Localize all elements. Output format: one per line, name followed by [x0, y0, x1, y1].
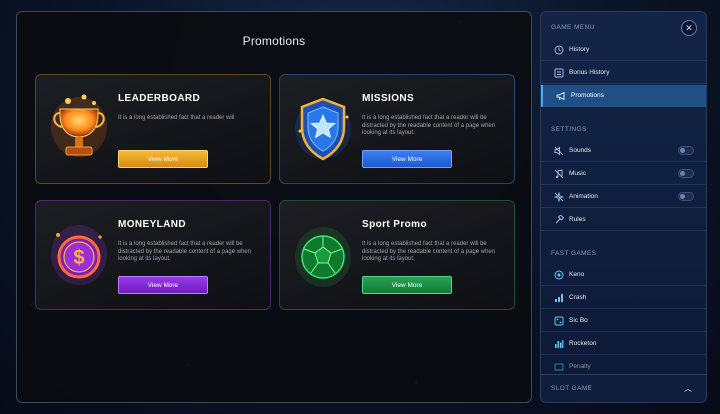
penalty-icon [554, 363, 564, 371]
promo-card-leaderboard: LEADERBOARD It is a long established fac… [35, 74, 271, 184]
close-icon[interactable]: ✕ [681, 20, 697, 36]
svg-text:$: $ [73, 247, 84, 269]
chevron-up-icon[interactable]: ︿ [684, 383, 692, 394]
view-more-button[interactable]: View More [362, 276, 452, 294]
music-muted-icon [554, 169, 564, 179]
card-title: MONEYLAND [118, 219, 187, 230]
megaphone-icon [556, 91, 565, 101]
sidebar-item-bonus-history[interactable]: Bonus History [541, 62, 706, 84]
sidebar-item-history[interactable]: History [541, 39, 706, 61]
card-title: MISSIONS [362, 93, 415, 104]
sound-muted-icon [554, 146, 564, 156]
slot-game-section[interactable]: SLOT GAME ︿ [541, 374, 706, 402]
music-toggle[interactable] [678, 169, 694, 178]
sidebar-item-label: Penalty [569, 363, 591, 370]
sidebar-item-label: Promotions [571, 92, 604, 99]
sidebar-item-keno[interactable]: Keno [541, 264, 706, 286]
sidebar-item-animation[interactable]: Animation [541, 186, 706, 208]
sidebar-item-label: Crash [569, 294, 587, 301]
sidebar-item-sic-bo[interactable]: Sic Bo [541, 310, 706, 332]
promotions-panel: Promotions LEADERBOARD It is a long esta… [16, 11, 532, 403]
sidebar-item-label: Sic Bo [569, 317, 588, 324]
keno-icon [554, 270, 564, 280]
rocketon-icon [555, 340, 564, 348]
sidebar-item-rules[interactable]: Rules [541, 209, 706, 231]
animation-toggle[interactable] [678, 192, 694, 201]
promo-card-missions: MISSIONS It is a long established fact t… [279, 74, 515, 184]
sidebar-item-label: Sounds [569, 147, 592, 154]
sidebar-item-label: Music [569, 170, 586, 177]
view-more-button[interactable]: View More [362, 150, 452, 168]
sidebar-item-crash[interactable]: Crash [541, 287, 706, 309]
sidebar-item-sounds[interactable]: Sounds [541, 140, 706, 162]
rules-icon [555, 215, 564, 224]
soccer-ball-icon [295, 227, 351, 287]
section-label-slot-game: SLOT GAME [551, 385, 593, 392]
sidebar-item-label: Rules [569, 216, 586, 223]
sidebar-item-label: Rocketon [569, 340, 597, 347]
promo-card-sport-promo: Sport Promo It is a long established fac… [279, 200, 515, 310]
sidebar-item-label: Keno [569, 271, 585, 278]
promo-card-moneyland: $ MONEYLAND It is a long established fac… [35, 200, 271, 310]
trophy-icon [51, 94, 107, 157]
sidebar-item-music[interactable]: Music [541, 163, 706, 185]
coin-icon: $ [51, 225, 107, 285]
sidebar-item-label: Bonus History [569, 69, 610, 76]
crash-icon [555, 294, 563, 302]
card-description: It is a long established fact that a rea… [362, 115, 496, 137]
page-title: Promotions [242, 34, 306, 48]
view-more-button[interactable]: View More [118, 150, 208, 168]
section-label-settings: SETTINGS [551, 126, 587, 133]
view-more-button[interactable]: View More [118, 276, 208, 294]
game-menu-sidebar: GAME MENU ✕ History Bonus History Promot… [540, 11, 707, 403]
card-description: It is a long established fact that a rea… [362, 241, 496, 263]
animation-off-icon [554, 192, 564, 202]
card-description: It is a long established fact that a rea… [118, 115, 235, 121]
sidebar-item-label: Animation [569, 193, 598, 200]
sidebar-item-label: History [569, 46, 590, 53]
sidebar-item-promotions[interactable]: Promotions [541, 85, 706, 107]
star-shield-icon [295, 97, 351, 161]
section-label-game-menu: GAME MENU [551, 24, 595, 31]
card-description: It is a long established fact that a rea… [118, 241, 252, 263]
card-title: Sport Promo [362, 219, 427, 230]
sounds-toggle[interactable] [678, 146, 694, 155]
section-label-fast-games: FAST GAMES [551, 250, 597, 257]
history-icon [554, 45, 564, 55]
bonus-history-icon [554, 68, 564, 78]
card-title: LEADERBOARD [118, 93, 201, 104]
sic-bo-icon [554, 316, 564, 326]
sidebar-item-rocketon[interactable]: Rocketon [541, 333, 706, 355]
